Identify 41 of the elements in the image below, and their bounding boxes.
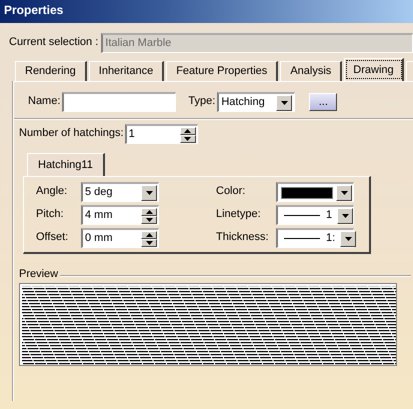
tab[interactable]: Inheritance <box>88 60 164 81</box>
more-button[interactable]: ... <box>309 93 338 111</box>
line-sample-icon <box>284 238 320 239</box>
field-label: Number of hatchings: <box>19 127 124 141</box>
selection-field: Italian Marble <box>101 33 413 53</box>
spin-buttons[interactable] <box>180 126 196 142</box>
field-label: Linetype: <box>216 208 262 222</box>
name-field[interactable] <box>62 92 176 112</box>
caret-icon <box>280 100 288 104</box>
caret-icon <box>146 190 152 194</box>
field-label: Thickness: <box>216 231 270 245</box>
color-dropdown[interactable] <box>276 182 354 202</box>
value-spinner[interactable]: 4 mm <box>81 205 159 225</box>
line-value: 1: <box>325 232 336 246</box>
field-label: Name: <box>28 95 60 109</box>
window-title: Properties <box>0 0 413 23</box>
line-value: 1 <box>325 208 334 222</box>
caret-icon <box>344 236 352 240</box>
caret-icon <box>340 190 348 194</box>
number-spinner[interactable]: 1 <box>124 124 198 144</box>
tab[interactable]: Analysis <box>280 60 342 81</box>
field-label: Pitch: <box>36 208 65 222</box>
group-label: Preview <box>19 268 58 282</box>
spin-buttons[interactable] <box>141 208 157 224</box>
line-sample-icon <box>284 215 320 216</box>
field-label: Current selection : <box>9 36 98 50</box>
line-dropdown[interactable]: 1: <box>276 228 354 248</box>
field-label: Angle: <box>36 185 68 199</box>
field-label: Type: <box>188 95 216 109</box>
type-dropdown[interactable]: Hatching <box>217 92 296 112</box>
spin-buttons[interactable] <box>141 230 157 246</box>
tab[interactable]: Rendering <box>15 60 87 81</box>
line-dropdown[interactable]: 1 <box>276 205 354 225</box>
caret-icon <box>342 214 349 218</box>
tab[interactable]: Drawing <box>344 58 404 81</box>
field-label: Offset: <box>36 231 70 245</box>
tab[interactable]: Hatching11 <box>27 152 105 176</box>
tab[interactable]: Feature Properties <box>166 60 278 81</box>
field-label: Color: <box>216 185 246 199</box>
value-spinner[interactable]: 0 mm <box>81 228 159 248</box>
angle-dropdown[interactable]: 5 deg <box>81 182 159 202</box>
